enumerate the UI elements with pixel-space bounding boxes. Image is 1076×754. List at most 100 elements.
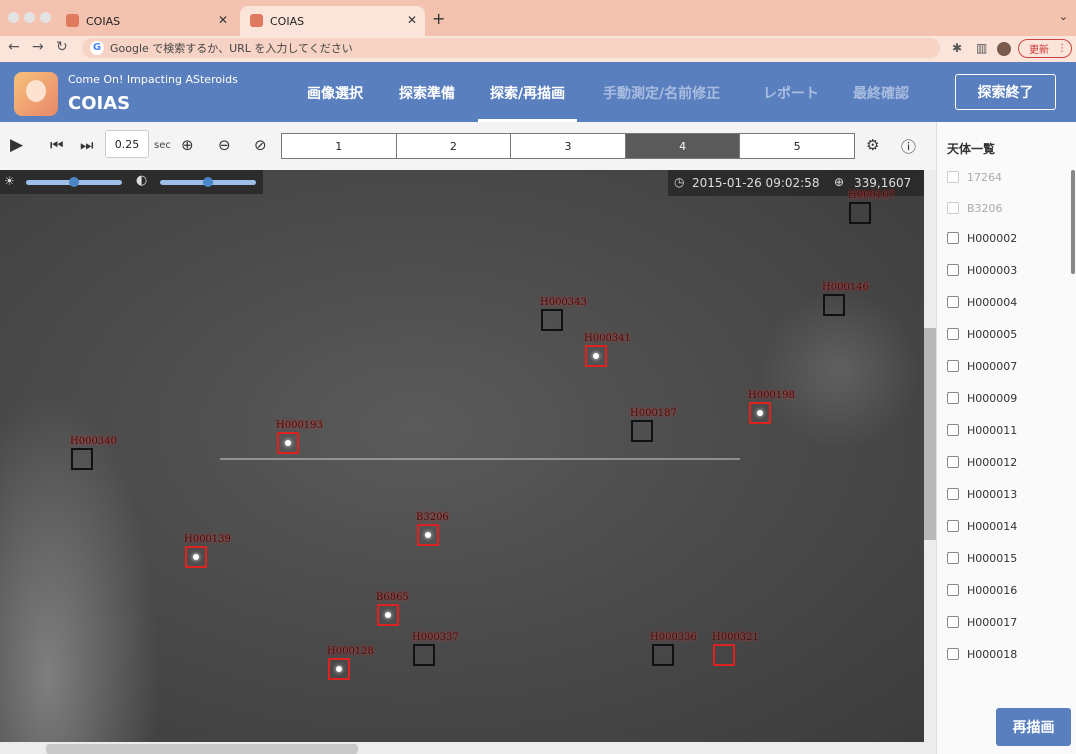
update-button[interactable]: 更新 ⋮ — [1018, 39, 1072, 58]
frame-button-2[interactable]: 2 — [397, 134, 512, 158]
zoom-out-icon[interactable]: ⊖ — [218, 136, 231, 154]
marker-box[interactable] — [71, 448, 93, 470]
marker-box[interactable] — [849, 202, 871, 224]
list-item[interactable]: H000013 — [947, 484, 1017, 504]
browser-tab-1[interactable]: COIAS ✕ — [56, 6, 236, 36]
frame-button-1[interactable]: 1 — [282, 134, 397, 158]
app-title: COIAS — [68, 93, 131, 114]
browser-tab-2[interactable]: COIAS ✕ — [240, 6, 425, 36]
window-zoom-dot[interactable] — [40, 12, 51, 23]
checkbox[interactable] — [947, 392, 959, 404]
marker-box[interactable] — [413, 644, 435, 666]
forward-icon[interactable]: → — [32, 39, 44, 55]
list-item[interactable]: H000012 — [947, 452, 1017, 472]
marker-box[interactable] — [277, 432, 299, 454]
list-item[interactable]: H000017 — [947, 612, 1017, 632]
image-horizontal-scrollbar[interactable] — [46, 744, 358, 754]
extensions-icon[interactable]: ✱ — [952, 41, 962, 55]
list-item[interactable]: H000014 — [947, 516, 1017, 536]
object-name: H000002 — [967, 231, 1018, 245]
gear-icon[interactable]: ⚙ — [866, 136, 879, 154]
brightness-slider-knob[interactable] — [69, 177, 79, 187]
app-subtitle: Come On! Impacting ASteroids — [68, 73, 238, 86]
checkbox[interactable] — [947, 202, 959, 214]
marker-box[interactable] — [585, 345, 607, 367]
checkbox[interactable] — [947, 488, 959, 500]
end-search-button[interactable]: 探索終了 — [955, 74, 1056, 110]
checkbox[interactable] — [947, 171, 959, 183]
checkbox[interactable] — [947, 552, 959, 564]
contrast-icon: ◐ — [136, 173, 148, 188]
checkbox[interactable] — [947, 456, 959, 468]
list-item[interactable]: B3206 — [947, 198, 1003, 218]
sidepanel-icon[interactable]: ▥ — [976, 41, 987, 55]
image-vertical-scrollbar[interactable] — [924, 328, 936, 540]
redraw-button[interactable]: 再描画 — [996, 708, 1071, 746]
list-item[interactable]: H000007 — [947, 356, 1017, 376]
brightness-slider[interactable] — [26, 177, 122, 187]
list-item[interactable]: H000005 — [947, 324, 1017, 344]
avatar[interactable] — [997, 42, 1011, 56]
nav-tab-report[interactable]: レポート — [763, 83, 819, 103]
play-icon[interactable]: ▶ — [10, 135, 23, 155]
marker-box[interactable] — [185, 546, 207, 568]
window-minimize-dot[interactable] — [24, 12, 35, 23]
marker-box[interactable] — [749, 402, 771, 424]
checkbox[interactable] — [947, 584, 959, 596]
back-icon[interactable]: ← — [8, 39, 20, 55]
marker-box[interactable] — [823, 294, 845, 316]
checkbox[interactable] — [947, 520, 959, 532]
astro-image-canvas[interactable]: ☀ ◐ ◷ 2015-01-26 09:02:58 ⊕ 339,1607 H00… — [0, 170, 924, 742]
marker-box[interactable] — [652, 644, 674, 666]
list-item[interactable]: H000011 — [947, 420, 1017, 440]
close-icon[interactable]: ✕ — [218, 13, 228, 27]
list-item[interactable]: H000009 — [947, 388, 1017, 408]
frame-button-5[interactable]: 5 — [740, 134, 854, 158]
nav-tab-final-check[interactable]: 最終確認 — [853, 83, 909, 103]
list-item[interactable]: H000015 — [947, 548, 1017, 568]
close-icon[interactable]: ✕ — [407, 13, 417, 27]
frame-button-4[interactable]: 4 — [625, 134, 741, 158]
list-item[interactable]: 17264 — [947, 167, 1002, 187]
marker-box[interactable] — [631, 420, 653, 442]
checkbox[interactable] — [947, 424, 959, 436]
marker-box[interactable] — [713, 644, 735, 666]
step-back-icon[interactable]: ⏮ — [50, 136, 64, 154]
contrast-slider-knob[interactable] — [203, 177, 213, 187]
frame-button-3[interactable]: 3 — [511, 134, 626, 158]
list-item[interactable]: H000003 — [947, 260, 1017, 280]
checkbox[interactable] — [947, 232, 959, 244]
eye-off-icon[interactable]: ⊘ — [254, 136, 267, 154]
marker-label: B6865 — [376, 592, 409, 603]
marker-box[interactable] — [541, 309, 563, 331]
marker-box[interactable] — [328, 658, 350, 680]
object-list-scrollbar[interactable] — [1071, 170, 1075, 274]
marker-box[interactable] — [417, 524, 439, 546]
checkbox[interactable] — [947, 648, 959, 660]
checkbox[interactable] — [947, 296, 959, 308]
list-item[interactable]: H000002 — [947, 228, 1017, 248]
zoom-in-icon[interactable]: ⊕ — [181, 136, 194, 154]
list-item[interactable]: H000018 — [947, 644, 1017, 664]
list-item[interactable]: H000016 — [947, 580, 1017, 600]
reload-icon[interactable]: ↻ — [56, 39, 68, 55]
marker-box[interactable] — [377, 604, 399, 626]
nav-tab-manual-measure[interactable]: 手動測定/名前修正 — [603, 83, 720, 103]
new-tab-icon[interactable]: + — [432, 9, 445, 28]
url-input[interactable]: G Google で検索するか、URL を入力してください — [82, 38, 940, 58]
checkbox[interactable] — [947, 360, 959, 372]
list-item[interactable]: H000004 — [947, 292, 1017, 312]
checkbox[interactable] — [947, 264, 959, 276]
checkbox[interactable] — [947, 328, 959, 340]
speed-input[interactable]: 0.25 — [105, 130, 149, 158]
nav-tab-search-prep[interactable]: 探索準備 — [399, 83, 455, 103]
object-name: H000009 — [967, 391, 1018, 405]
nav-tab-image-select[interactable]: 画像選択 — [307, 83, 363, 103]
chevron-down-icon[interactable]: ⌄ — [1059, 10, 1068, 23]
nav-tab-search-redraw[interactable]: 探索/再描画 — [477, 83, 578, 122]
window-close-dot[interactable] — [8, 12, 19, 23]
checkbox[interactable] — [947, 616, 959, 628]
step-forward-icon[interactable]: ⏭ — [80, 136, 94, 154]
contrast-slider[interactable] — [160, 177, 256, 187]
help-icon[interactable]: ⓘ — [901, 136, 916, 157]
